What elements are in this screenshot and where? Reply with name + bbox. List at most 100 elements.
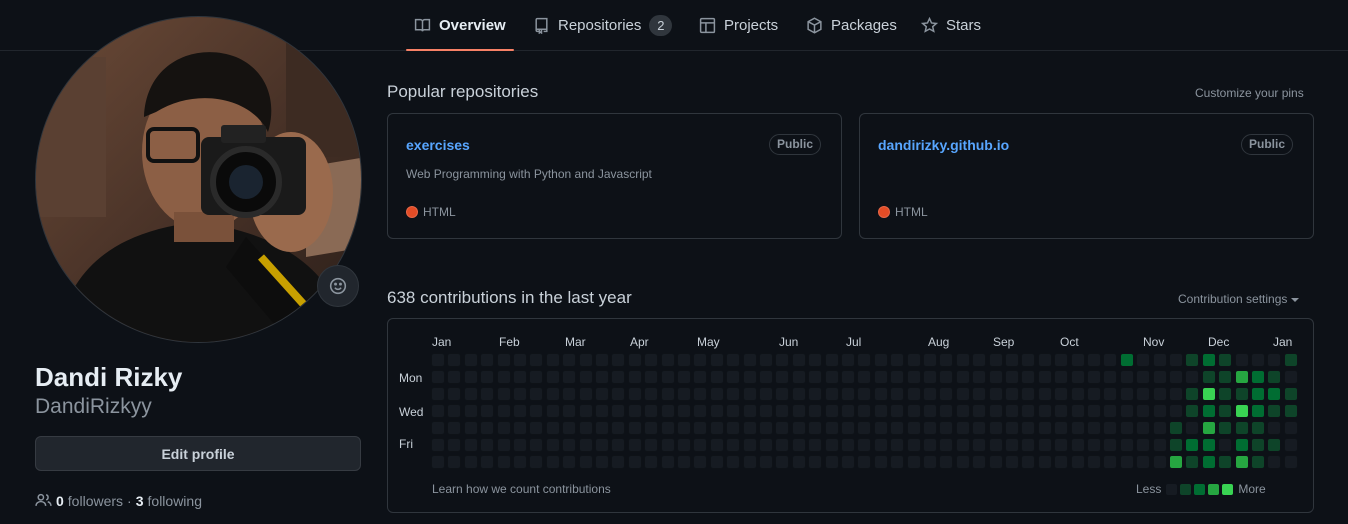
contribution-day-cell[interactable] [529, 455, 544, 469]
contribution-day-cell[interactable] [447, 370, 462, 384]
contribution-day-cell[interactable] [988, 438, 1003, 452]
contribution-day-cell[interactable] [709, 455, 724, 469]
contribution-day-cell[interactable] [1169, 455, 1183, 469]
contribution-day-cell[interactable] [529, 370, 544, 384]
contribution-day-cell[interactable] [857, 404, 872, 418]
contribution-day-cell[interactable] [1251, 421, 1265, 435]
contribution-day-cell[interactable] [431, 387, 445, 401]
contribution-day-cell[interactable] [627, 387, 642, 401]
contribution-day-cell[interactable] [562, 421, 577, 435]
contribution-day-cell[interactable] [463, 353, 478, 367]
repo-name-link[interactable]: dandirizky.github.io [878, 137, 1009, 153]
contribution-day-cell[interactable] [759, 404, 773, 418]
contribution-day-cell[interactable] [1119, 370, 1134, 384]
contribution-day-cell[interactable] [1218, 353, 1233, 367]
contribution-day-cell[interactable] [1185, 353, 1200, 367]
contribution-day-cell[interactable] [857, 438, 872, 452]
contribution-day-cell[interactable] [627, 455, 642, 469]
contribution-day-cell[interactable] [742, 387, 757, 401]
contribution-day-cell[interactable] [1234, 387, 1249, 401]
contribution-day-cell[interactable] [677, 421, 691, 435]
contribution-day-cell[interactable] [1201, 421, 1216, 435]
contribution-day-cell[interactable] [660, 421, 675, 435]
contribution-day-cell[interactable] [1119, 353, 1134, 367]
contribution-day-cell[interactable] [1283, 387, 1298, 401]
contribution-day-cell[interactable] [1283, 438, 1298, 452]
contribution-day-cell[interactable] [562, 404, 577, 418]
contribution-day-cell[interactable] [890, 370, 905, 384]
contribution-day-cell[interactable] [1267, 353, 1282, 367]
contribution-day-cell[interactable] [1201, 438, 1216, 452]
contribution-day-cell[interactable] [562, 387, 577, 401]
contribution-day-cell[interactable] [726, 370, 741, 384]
tab-stars[interactable]: Stars [913, 0, 989, 50]
contribution-day-cell[interactable] [791, 404, 806, 418]
contribution-day-cell[interactable] [1201, 387, 1216, 401]
contribution-day-cell[interactable] [1054, 353, 1069, 367]
contribution-day-cell[interactable] [1070, 455, 1085, 469]
contribution-day-cell[interactable] [1201, 353, 1216, 367]
contribution-day-cell[interactable] [742, 353, 757, 367]
contribution-day-cell[interactable] [890, 404, 905, 418]
contribution-day-cell[interactable] [677, 353, 691, 367]
contribution-day-cell[interactable] [1005, 438, 1019, 452]
contribution-day-cell[interactable] [513, 353, 527, 367]
contribution-day-cell[interactable] [431, 404, 445, 418]
contribution-day-cell[interactable] [1267, 455, 1282, 469]
contribution-day-cell[interactable] [726, 387, 741, 401]
contribution-day-cell[interactable] [1201, 370, 1216, 384]
contribution-day-cell[interactable] [562, 370, 577, 384]
contribution-day-cell[interactable] [939, 455, 954, 469]
contribution-day-cell[interactable] [463, 404, 478, 418]
contribution-day-cell[interactable] [611, 353, 626, 367]
tab-overview[interactable]: Overview [406, 0, 514, 51]
customize-pins-link[interactable]: Customize your pins [1195, 86, 1304, 100]
contribution-day-cell[interactable] [709, 387, 724, 401]
contribution-day-cell[interactable] [709, 438, 724, 452]
contribution-day-cell[interactable] [677, 370, 691, 384]
contribution-day-cell[interactable] [726, 404, 741, 418]
contribution-day-cell[interactable] [873, 353, 888, 367]
contribution-day-cell[interactable] [660, 404, 675, 418]
contribution-day-cell[interactable] [595, 455, 609, 469]
contribution-day-cell[interactable] [1283, 404, 1298, 418]
contribution-day-cell[interactable] [1267, 370, 1282, 384]
contribution-day-cell[interactable] [562, 455, 577, 469]
contribution-day-cell[interactable] [693, 404, 708, 418]
contribution-day-cell[interactable] [841, 404, 855, 418]
contribution-day-cell[interactable] [562, 353, 577, 367]
contribution-day-cell[interactable] [1070, 370, 1085, 384]
contribution-day-cell[interactable] [939, 421, 954, 435]
contribution-day-cell[interactable] [611, 404, 626, 418]
tab-projects[interactable]: Projects [691, 0, 786, 50]
contribution-day-cell[interactable] [841, 370, 855, 384]
contribution-day-cell[interactable] [1251, 387, 1265, 401]
contribution-day-cell[interactable] [841, 421, 855, 435]
contribution-day-cell[interactable] [955, 438, 970, 452]
contribution-day-cell[interactable] [1234, 353, 1249, 367]
contribution-day-cell[interactable] [513, 404, 527, 418]
contribution-day-cell[interactable] [709, 404, 724, 418]
contribution-day-cell[interactable] [890, 353, 905, 367]
contribution-day-cell[interactable] [841, 387, 855, 401]
contribution-day-cell[interactable] [808, 353, 823, 367]
contribution-day-cell[interactable] [431, 421, 445, 435]
contribution-day-cell[interactable] [578, 455, 593, 469]
contribution-day-cell[interactable] [431, 455, 445, 469]
contribution-day-cell[interactable] [923, 404, 937, 418]
contribution-day-cell[interactable] [873, 404, 888, 418]
contribution-day-cell[interactable] [1201, 455, 1216, 469]
contribution-day-cell[interactable] [1070, 404, 1085, 418]
contribution-day-cell[interactable] [496, 353, 511, 367]
contribution-day-cell[interactable] [890, 438, 905, 452]
contribution-day-cell[interactable] [1169, 353, 1183, 367]
contribution-day-cell[interactable] [873, 455, 888, 469]
contribution-day-cell[interactable] [759, 370, 773, 384]
contribution-day-cell[interactable] [841, 353, 855, 367]
contribution-day-cell[interactable] [644, 421, 659, 435]
contribution-day-cell[interactable] [857, 387, 872, 401]
contribution-day-cell[interactable] [906, 404, 921, 418]
contribution-day-cell[interactable] [1005, 387, 1019, 401]
contribution-day-cell[interactable] [1087, 455, 1101, 469]
contribution-day-cell[interactable] [1267, 387, 1282, 401]
